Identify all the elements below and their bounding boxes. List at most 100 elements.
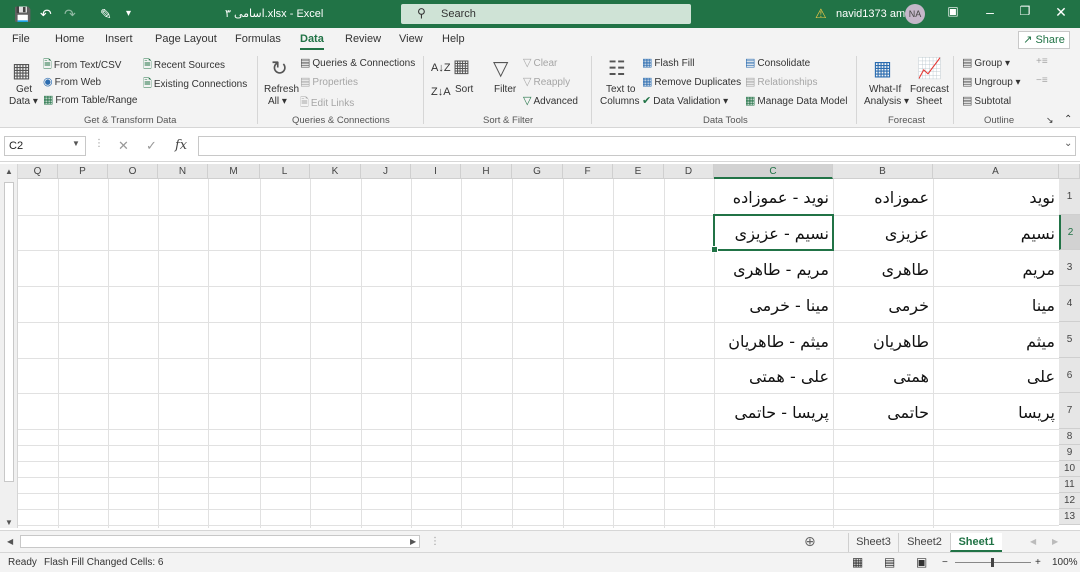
sort-a-z-icon[interactable]: A↓Z — [431, 62, 451, 74]
cell-a6[interactable]: علی — [933, 367, 1055, 386]
zoom-out-icon[interactable]: − — [942, 557, 948, 568]
column-header-h[interactable]: H — [461, 164, 512, 179]
get-data-line1[interactable]: Get — [16, 84, 32, 95]
cell-a1[interactable]: نوید — [933, 188, 1055, 207]
column-header-l[interactable]: L — [260, 164, 310, 179]
cell-a5[interactable]: میثم — [933, 332, 1055, 351]
row-header-8[interactable]: 8 — [1059, 429, 1080, 445]
what-if-icon[interactable]: ▦ — [873, 56, 892, 81]
relationships-button[interactable]: ▤ Relationships — [745, 75, 817, 88]
sheet-tab-sheet2[interactable]: Sheet2 — [898, 533, 950, 552]
column-header-k[interactable]: K — [310, 164, 361, 179]
formula-input[interactable] — [198, 136, 1076, 156]
forecast-sheet-button[interactable]: Sheet — [916, 96, 942, 107]
column-header-g[interactable]: G — [512, 164, 563, 179]
worksheet-grid[interactable]: Q P O N M L K J I H G F E D C B A 1 2 3 … — [0, 164, 1080, 528]
column-header-c[interactable]: C — [714, 164, 833, 179]
warning-icon[interactable]: ⚠ — [815, 6, 827, 22]
queries-connections-button[interactable]: ▤ Queries & Connections — [300, 56, 415, 69]
tab-file[interactable]: File — [12, 33, 30, 45]
tab-formulas[interactable]: Formulas — [235, 33, 281, 45]
cell-a3[interactable]: مریم — [933, 260, 1056, 279]
cell-c5[interactable]: میثم - طاهریان — [714, 332, 829, 351]
tab-review[interactable]: Review — [345, 33, 381, 45]
from-table-range-button[interactable]: ▦ From Table/Range — [43, 93, 138, 106]
row-header-7[interactable]: 7 — [1059, 393, 1080, 429]
cancel-icon[interactable]: ✕ — [118, 138, 129, 154]
row-header-12[interactable]: 12 — [1059, 493, 1080, 509]
refresh-icon[interactable]: ↻ — [271, 56, 288, 81]
edit-links-button[interactable]: 🗎 Edit Links — [300, 94, 354, 113]
column-header-n[interactable]: N — [158, 164, 208, 179]
tab-view[interactable]: View — [399, 33, 423, 45]
refresh-all-button[interactable]: All ▾ — [268, 96, 287, 107]
scroll-down-icon[interactable]: ▼ — [5, 518, 13, 527]
zoom-level[interactable]: 100% — [1052, 557, 1078, 568]
active-cell-outline[interactable] — [711, 214, 834, 253]
redo-icon[interactable]: ↷ — [64, 5, 76, 23]
cell-b3[interactable]: طاهری — [833, 260, 929, 279]
scroll-up-icon[interactable]: ▲ — [5, 167, 13, 176]
cell-b4[interactable]: خرمی — [833, 296, 929, 315]
show-detail-icon[interactable]: +≡ — [1036, 56, 1048, 67]
column-header-d[interactable]: D — [664, 164, 714, 179]
group-button[interactable]: ▤ Group ▾ — [962, 56, 1010, 69]
ungroup-button[interactable]: ▤ Ungroup ▾ — [962, 75, 1021, 88]
user-name[interactable]: navid1373 amz — [836, 8, 911, 20]
zoom-in-icon[interactable]: + — [1035, 557, 1041, 568]
tab-insert[interactable]: Insert — [105, 33, 133, 45]
vertical-scroll-thumb[interactable] — [4, 182, 14, 482]
zoom-slider-thumb[interactable] — [991, 558, 994, 567]
page-break-view-icon[interactable]: ▣ — [916, 555, 927, 569]
search-box[interactable]: ⚲ Search — [401, 4, 691, 24]
subtotal-button[interactable]: ▤ Subtotal — [962, 94, 1011, 107]
customize-qat-icon[interactable]: ▾ — [126, 5, 131, 23]
touch-mode-icon[interactable]: ✎ — [100, 5, 112, 23]
from-web-button[interactable]: ◉ From Web — [43, 75, 101, 88]
cell-b5[interactable]: طاهریان — [833, 332, 929, 351]
reapply-button[interactable]: ▽ Reapply — [523, 75, 570, 88]
scroll-left-icon[interactable]: ◀ — [7, 537, 13, 546]
avatar[interactable]: NA — [905, 4, 925, 24]
sort-z-a-icon[interactable]: Z↓A — [431, 86, 451, 98]
column-header-a[interactable]: A — [933, 164, 1059, 179]
cell-c1[interactable]: نوید - عموزاده — [714, 188, 829, 207]
text-to-columns-icon[interactable]: ☷ — [608, 56, 626, 81]
column-header-p[interactable]: P — [58, 164, 108, 179]
recent-sources-button[interactable]: 🗎 Recent Sources — [143, 56, 225, 75]
column-header-f[interactable]: F — [563, 164, 613, 179]
sort-icon[interactable]: ▦ — [453, 56, 470, 77]
column-header-b[interactable]: B — [833, 164, 933, 179]
minimize-icon[interactable]: – — [975, 4, 1005, 20]
column-header-i[interactable]: I — [411, 164, 461, 179]
expand-formula-icon[interactable]: ⌄ — [1064, 138, 1072, 149]
flash-fill-button[interactable]: ▦ Flash Fill — [642, 56, 694, 69]
chevron-down-icon[interactable]: ▼ — [72, 139, 80, 148]
manage-data-model-button[interactable]: ▦ Manage Data Model — [745, 94, 847, 107]
cell-b7[interactable]: حاتمی — [833, 403, 929, 422]
column-header-o[interactable]: O — [108, 164, 158, 179]
collapse-ribbon-icon[interactable]: ⌃ — [1064, 114, 1072, 125]
text-to-columns-line1[interactable]: Text to — [606, 84, 635, 95]
hide-detail-icon[interactable]: −≡ — [1036, 75, 1048, 86]
row-header-6[interactable]: 6 — [1059, 358, 1080, 393]
prev-sheet-icon[interactable]: ◀ — [1030, 537, 1036, 546]
filter-button[interactable]: Filter — [494, 84, 516, 95]
enter-icon[interactable]: ✓ — [146, 138, 157, 154]
cell-c7[interactable]: پریسا - حاتمی — [714, 403, 829, 422]
cell-b6[interactable]: همتی — [833, 367, 929, 386]
existing-connections-button[interactable]: 🗎 Existing Connections — [143, 75, 247, 94]
column-header-j[interactable]: J — [361, 164, 411, 179]
forecast-line1[interactable]: Forecast — [910, 84, 949, 95]
row-header-9[interactable]: 9 — [1059, 445, 1080, 461]
row-header-5[interactable]: 5 — [1059, 322, 1080, 358]
select-all-corner[interactable] — [1059, 164, 1080, 179]
ribbon-display-icon[interactable]: ▣ — [938, 4, 968, 18]
tab-data[interactable]: Data — [300, 33, 324, 50]
sort-button[interactable]: Sort — [455, 84, 473, 95]
row-header-1[interactable]: 1 — [1059, 179, 1080, 215]
refresh-line1[interactable]: Refresh — [264, 84, 299, 95]
cell-c6[interactable]: علی - همتی — [714, 367, 829, 386]
tab-home[interactable]: Home — [55, 33, 84, 45]
row-header-4[interactable]: 4 — [1059, 286, 1080, 322]
